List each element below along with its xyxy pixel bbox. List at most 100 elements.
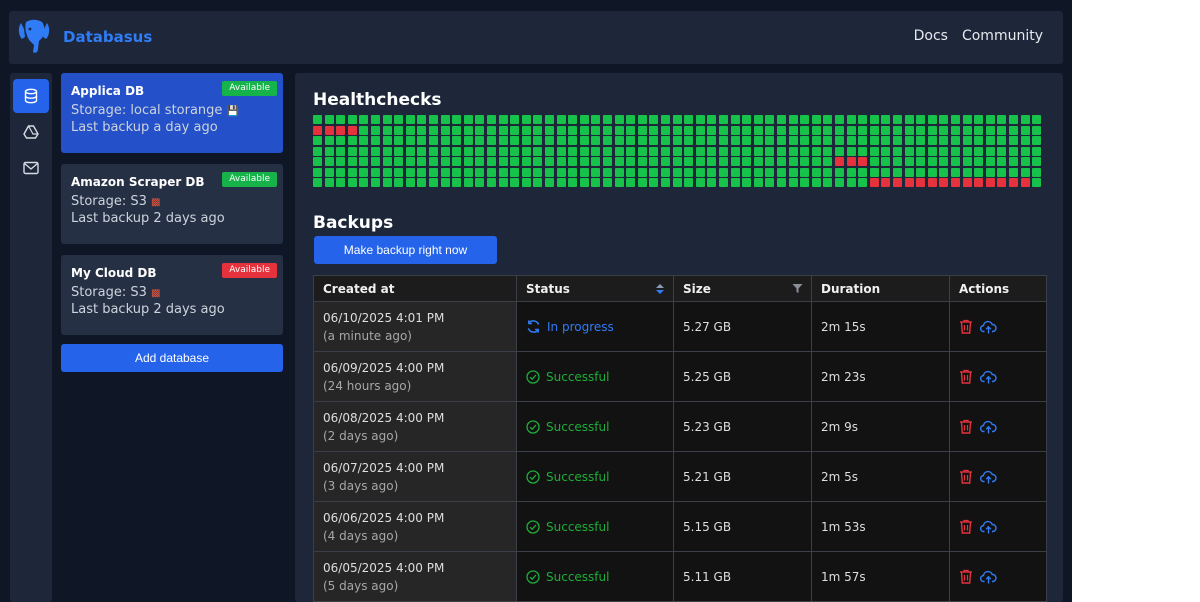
healthcheck-cell[interactable] bbox=[498, 146, 508, 156]
healthcheck-cell[interactable] bbox=[835, 157, 844, 166]
healthcheck-cell[interactable] bbox=[881, 115, 891, 124]
healthcheck-cell[interactable] bbox=[788, 146, 798, 156]
healthcheck-cell[interactable] bbox=[394, 146, 404, 156]
healthcheck-cell[interactable] bbox=[719, 178, 728, 187]
healthcheck-cell[interactable] bbox=[463, 167, 473, 177]
healthcheck-cell[interactable] bbox=[533, 146, 543, 156]
healthcheck-cell[interactable] bbox=[568, 146, 578, 156]
healthcheck-cell[interactable] bbox=[405, 157, 415, 166]
healthcheck-cell[interactable] bbox=[452, 125, 462, 135]
healthcheck-cell[interactable] bbox=[788, 178, 798, 187]
healthcheck-cell[interactable] bbox=[614, 157, 624, 166]
healthcheck-cell[interactable] bbox=[742, 146, 752, 156]
healthcheck-cell[interactable] bbox=[939, 136, 949, 145]
healthcheck-cell[interactable] bbox=[545, 115, 554, 124]
healthcheck-cell[interactable] bbox=[382, 115, 392, 124]
healthcheck-cell[interactable] bbox=[533, 178, 543, 187]
healthcheck-cell[interactable] bbox=[603, 136, 612, 145]
healthcheck-cell[interactable] bbox=[858, 167, 868, 177]
healthcheck-cell[interactable] bbox=[823, 136, 833, 145]
healthcheck-cell[interactable] bbox=[405, 125, 415, 135]
healthcheck-cell[interactable] bbox=[835, 167, 844, 177]
healthcheck-cell[interactable] bbox=[603, 167, 612, 177]
healthcheck-cell[interactable] bbox=[313, 115, 322, 124]
healthcheck-cell[interactable] bbox=[800, 136, 810, 145]
healthcheck-cell[interactable] bbox=[579, 167, 589, 177]
healthcheck-cell[interactable] bbox=[637, 146, 647, 156]
healthcheck-cell[interactable] bbox=[904, 125, 914, 135]
healthcheck-cell[interactable] bbox=[336, 178, 346, 187]
healthcheck-cell[interactable] bbox=[846, 125, 856, 135]
healthcheck-cell[interactable] bbox=[637, 125, 647, 135]
healthcheck-cell[interactable] bbox=[927, 125, 937, 135]
healthcheck-cell[interactable] bbox=[777, 136, 786, 145]
healthcheck-cell[interactable] bbox=[684, 136, 694, 145]
healthcheck-cell[interactable] bbox=[672, 136, 682, 145]
healthcheck-cell[interactable] bbox=[603, 157, 612, 166]
healthcheck-cell[interactable] bbox=[951, 136, 960, 145]
healthcheck-cell[interactable] bbox=[661, 167, 670, 177]
healthcheck-cell[interactable] bbox=[765, 115, 775, 124]
healthcheck-cell[interactable] bbox=[777, 115, 786, 124]
healthcheck-cell[interactable] bbox=[672, 125, 682, 135]
healthcheck-cell[interactable] bbox=[417, 178, 427, 187]
healthcheck-cell[interactable] bbox=[765, 157, 775, 166]
healthcheck-cell[interactable] bbox=[359, 146, 369, 156]
healthcheck-cell[interactable] bbox=[649, 167, 659, 177]
healthcheck-cell[interactable] bbox=[707, 125, 717, 135]
healthcheck-cell[interactable] bbox=[371, 136, 380, 145]
healthcheck-cell[interactable] bbox=[765, 125, 775, 135]
healthcheck-cell[interactable] bbox=[649, 178, 659, 187]
healthcheck-cell[interactable] bbox=[1032, 146, 1042, 156]
healthcheck-cell[interactable] bbox=[997, 157, 1007, 166]
healthcheck-cell[interactable] bbox=[1009, 178, 1018, 187]
healthcheck-cell[interactable] bbox=[916, 115, 926, 124]
healthcheck-cell[interactable] bbox=[591, 146, 601, 156]
healthcheck-cell[interactable] bbox=[533, 136, 543, 145]
healthcheck-cell[interactable] bbox=[579, 178, 589, 187]
healthcheck-cell[interactable] bbox=[765, 178, 775, 187]
healthcheck-cell[interactable] bbox=[313, 136, 322, 145]
healthcheck-cell[interactable] bbox=[742, 136, 752, 145]
healthcheck-cell[interactable] bbox=[858, 178, 868, 187]
healthcheck-cell[interactable] bbox=[568, 157, 578, 166]
healthcheck-cell[interactable] bbox=[382, 125, 392, 135]
healthcheck-cell[interactable] bbox=[962, 167, 972, 177]
delete-icon[interactable] bbox=[959, 569, 973, 584]
healthcheck-cell[interactable] bbox=[556, 115, 566, 124]
healthcheck-cell[interactable] bbox=[417, 136, 427, 145]
healthcheck-cell[interactable] bbox=[463, 178, 473, 187]
cloud-upload-icon[interactable] bbox=[980, 520, 997, 534]
healthcheck-cell[interactable] bbox=[962, 115, 972, 124]
healthcheck-cell[interactable] bbox=[336, 115, 346, 124]
healthcheck-cell[interactable] bbox=[371, 178, 380, 187]
healthcheck-cell[interactable] bbox=[359, 115, 369, 124]
rail-databases-button[interactable] bbox=[13, 79, 49, 113]
healthcheck-cell[interactable] bbox=[556, 125, 566, 135]
healthcheck-cell[interactable] bbox=[661, 146, 670, 156]
healthcheck-cell[interactable] bbox=[382, 136, 392, 145]
healthcheck-cell[interactable] bbox=[811, 178, 821, 187]
healthcheck-cell[interactable] bbox=[579, 146, 589, 156]
healthcheck-cell[interactable] bbox=[382, 178, 392, 187]
healthcheck-cell[interactable] bbox=[777, 146, 786, 156]
healthcheck-cell[interactable] bbox=[313, 167, 322, 177]
healthcheck-cell[interactable] bbox=[753, 178, 763, 187]
healthcheck-cell[interactable] bbox=[916, 125, 926, 135]
healthcheck-cell[interactable] bbox=[405, 178, 415, 187]
healthcheck-cell[interactable] bbox=[835, 146, 844, 156]
healthcheck-cell[interactable] bbox=[429, 167, 438, 177]
healthcheck-cell[interactable] bbox=[556, 146, 566, 156]
healthcheck-cell[interactable] bbox=[579, 125, 589, 135]
healthcheck-cell[interactable] bbox=[347, 136, 357, 145]
healthcheck-cell[interactable] bbox=[661, 115, 670, 124]
healthcheck-cell[interactable] bbox=[382, 146, 392, 156]
healthcheck-cell[interactable] bbox=[835, 115, 844, 124]
healthcheck-cell[interactable] bbox=[765, 167, 775, 177]
healthcheck-cell[interactable] bbox=[730, 136, 740, 145]
healthcheck-cell[interactable] bbox=[324, 136, 334, 145]
healthcheck-cell[interactable] bbox=[974, 136, 984, 145]
healthcheck-cell[interactable] bbox=[997, 178, 1007, 187]
database-card[interactable]: My Cloud DB Available Storage: S3 ▩ Last… bbox=[61, 255, 283, 335]
healthcheck-cell[interactable] bbox=[498, 125, 508, 135]
